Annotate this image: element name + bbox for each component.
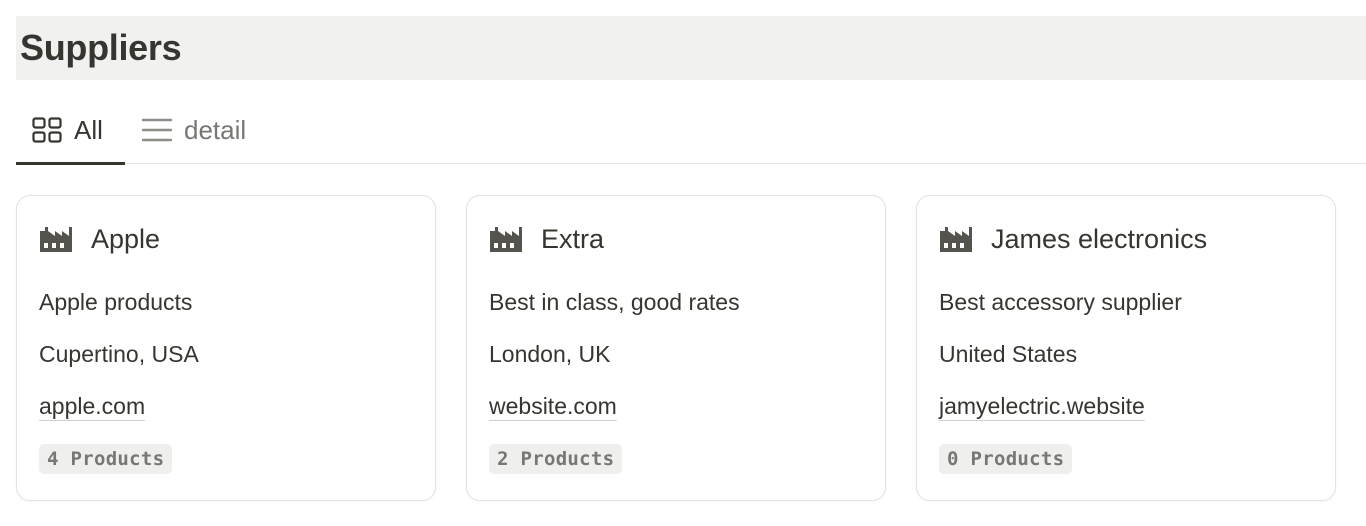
supplier-card[interactable]: James electronics Best accessory supplie… [916, 195, 1336, 501]
supplier-name: Apple [91, 224, 161, 254]
products-count-badge[interactable]: 4 Products [39, 444, 173, 474]
supplier-website-link[interactable]: website.com [489, 392, 617, 420]
suppliers-page: Suppliers All detail Apple Apple product… [0, 0, 1366, 526]
tab-detail-label: detail [184, 115, 247, 145]
supplier-name: Extra [541, 224, 605, 254]
view-tabs: All detail [16, 96, 1366, 165]
supplier-name: James electronics [991, 224, 1208, 254]
tab-all-label: All [74, 115, 103, 145]
supplier-website-link[interactable]: jamyelectric.website [939, 392, 1145, 420]
supplier-location: United States [939, 341, 1078, 367]
products-count-badge[interactable]: 2 Products [489, 444, 623, 474]
factory-icon [39, 225, 73, 253]
supplier-card[interactable]: Apple Apple products Cupertino, USA appl… [16, 195, 436, 501]
supplier-description: Best in class, good rates [489, 289, 740, 315]
card-header: Apple [39, 222, 160, 256]
list-icon [142, 117, 172, 143]
supplier-website-link[interactable]: apple.com [39, 392, 145, 420]
tab-detail[interactable]: detail [140, 96, 246, 164]
gallery-grid-icon [32, 117, 62, 143]
supplier-description: Apple products [39, 289, 193, 315]
supplier-card[interactable]: Extra Best in class, good rates London, … [466, 195, 886, 501]
supplier-location: London, UK [489, 341, 611, 367]
supplier-gallery: Apple Apple products Cupertino, USA appl… [16, 195, 1338, 501]
card-header: James electronics [939, 222, 1207, 256]
products-count-badge[interactable]: 0 Products [939, 444, 1073, 474]
supplier-location: Cupertino, USA [39, 341, 199, 367]
supplier-description: Best accessory supplier [939, 289, 1182, 315]
page-title[interactable]: Suppliers [20, 26, 182, 70]
card-header: Extra [489, 222, 604, 256]
title-bar: Suppliers [16, 16, 1366, 80]
factory-icon [489, 225, 523, 253]
tab-all[interactable]: All [16, 96, 125, 165]
factory-icon [939, 225, 973, 253]
